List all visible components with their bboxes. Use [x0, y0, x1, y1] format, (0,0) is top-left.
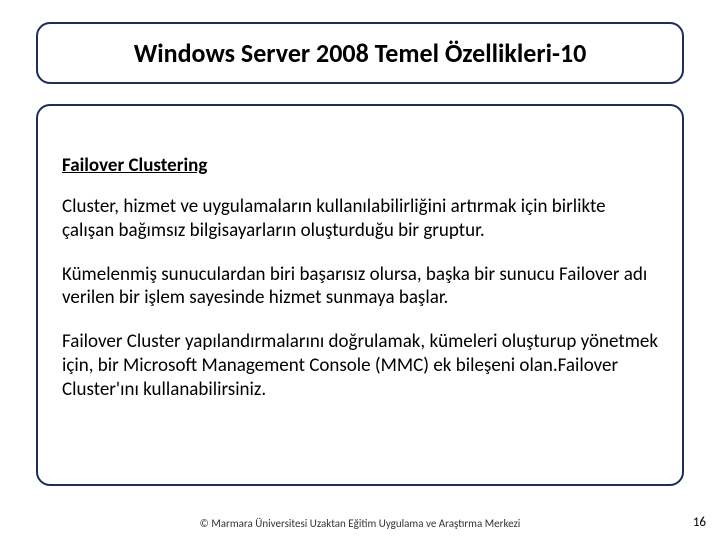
slide-title: Windows Server 2008 Temel Özellikleri-10: [134, 37, 587, 69]
content-box: Failover Clustering Cluster, hizmet ve u…: [36, 104, 684, 486]
paragraph-3: Failover Cluster yapılandırmalarını doğr…: [62, 330, 658, 401]
title-box: Windows Server 2008 Temel Özellikleri-10: [36, 22, 684, 84]
paragraph-1: Cluster, hizmet ve uygulamaların kullanı…: [62, 195, 658, 243]
paragraph-2: Kümelenmiş sunuculardan biri başarısız o…: [62, 263, 658, 311]
page-number: 16: [693, 515, 706, 530]
footer-text: © Marmara Üniversitesi Uzaktan Eğitim Uy…: [0, 517, 720, 530]
subheading: Failover Clustering: [62, 154, 658, 177]
slide: Windows Server 2008 Temel Özellikleri-10…: [0, 0, 720, 540]
